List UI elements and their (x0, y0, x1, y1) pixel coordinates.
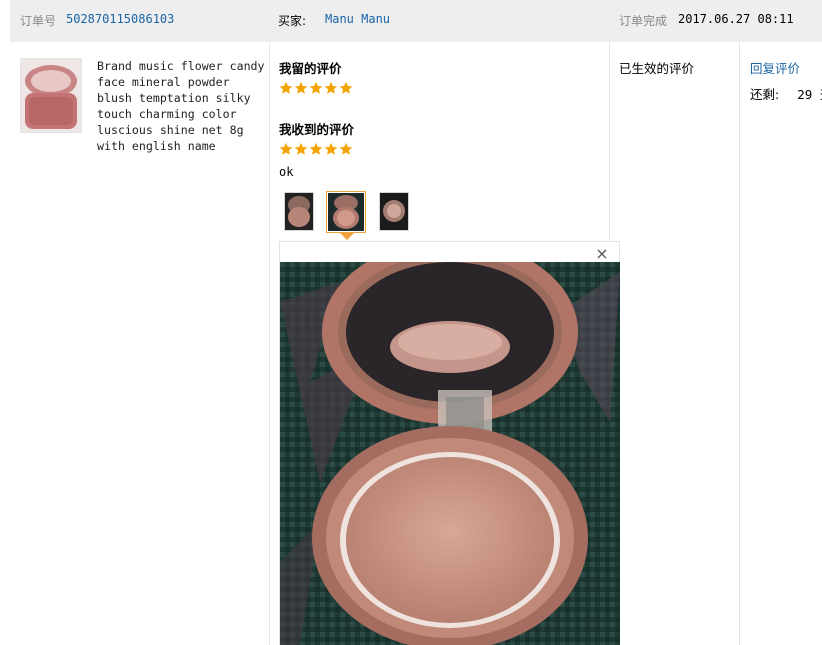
review-comment: ok (279, 165, 294, 179)
review-photo-thumbnail-selected[interactable] (326, 191, 366, 233)
reply-review-link[interactable]: 回复评价 (750, 58, 800, 77)
order-header: 订单号 502870115086103 买家: Manu Manu 订单完成 2… (10, 0, 822, 42)
blush-photo-icon (328, 193, 364, 231)
column-divider (269, 42, 270, 645)
enlarged-review-photo (280, 262, 620, 645)
review-photo-thumbnail[interactable] (284, 192, 314, 231)
buyer-name-link[interactable]: Manu Manu (325, 12, 390, 26)
star-icon (324, 81, 338, 94)
order-status-label: 订单完成 (619, 14, 668, 28)
blush-photo-icon (380, 193, 408, 230)
column-divider (739, 42, 740, 645)
star-icon (339, 142, 353, 155)
star-icon (309, 142, 323, 155)
star-icon (339, 81, 353, 94)
blush-compact-thumbnail-icon (21, 59, 81, 132)
star-icon (279, 142, 293, 155)
buyer-label: 买家: (278, 14, 307, 28)
remaining-label: 还剩: (750, 87, 780, 102)
star-icon (324, 142, 338, 155)
received-review-title: 我收到的评价 (279, 122, 355, 137)
review-status: 已生效的评价 (619, 61, 695, 76)
remaining-time: 还剩: 29 天 (750, 84, 822, 103)
order-number-label: 订单号 (20, 14, 57, 28)
blush-photo-icon (285, 193, 313, 230)
my-review-title: 我留的评价 (279, 61, 342, 76)
remaining-value: 29 天 (797, 87, 822, 102)
star-icon (309, 81, 323, 94)
selected-photo-pointer (340, 233, 354, 240)
product-thumbnail[interactable] (20, 58, 82, 133)
review-photo-thumbnail[interactable] (379, 192, 409, 231)
completed-datetime: 2017.06.27 08:11 (678, 12, 794, 26)
product-description[interactable]: Brand music flower candy face mineral po… (97, 58, 265, 154)
close-viewer-icon[interactable]: × (594, 246, 610, 262)
star-icon (279, 81, 293, 94)
star-icon (294, 81, 308, 94)
order-number-link[interactable]: 502870115086103 (66, 12, 174, 26)
received-rating-stars (279, 142, 353, 156)
my-rating-stars (279, 81, 353, 95)
star-icon (294, 142, 308, 155)
blush-compact-photo-icon (280, 262, 620, 645)
